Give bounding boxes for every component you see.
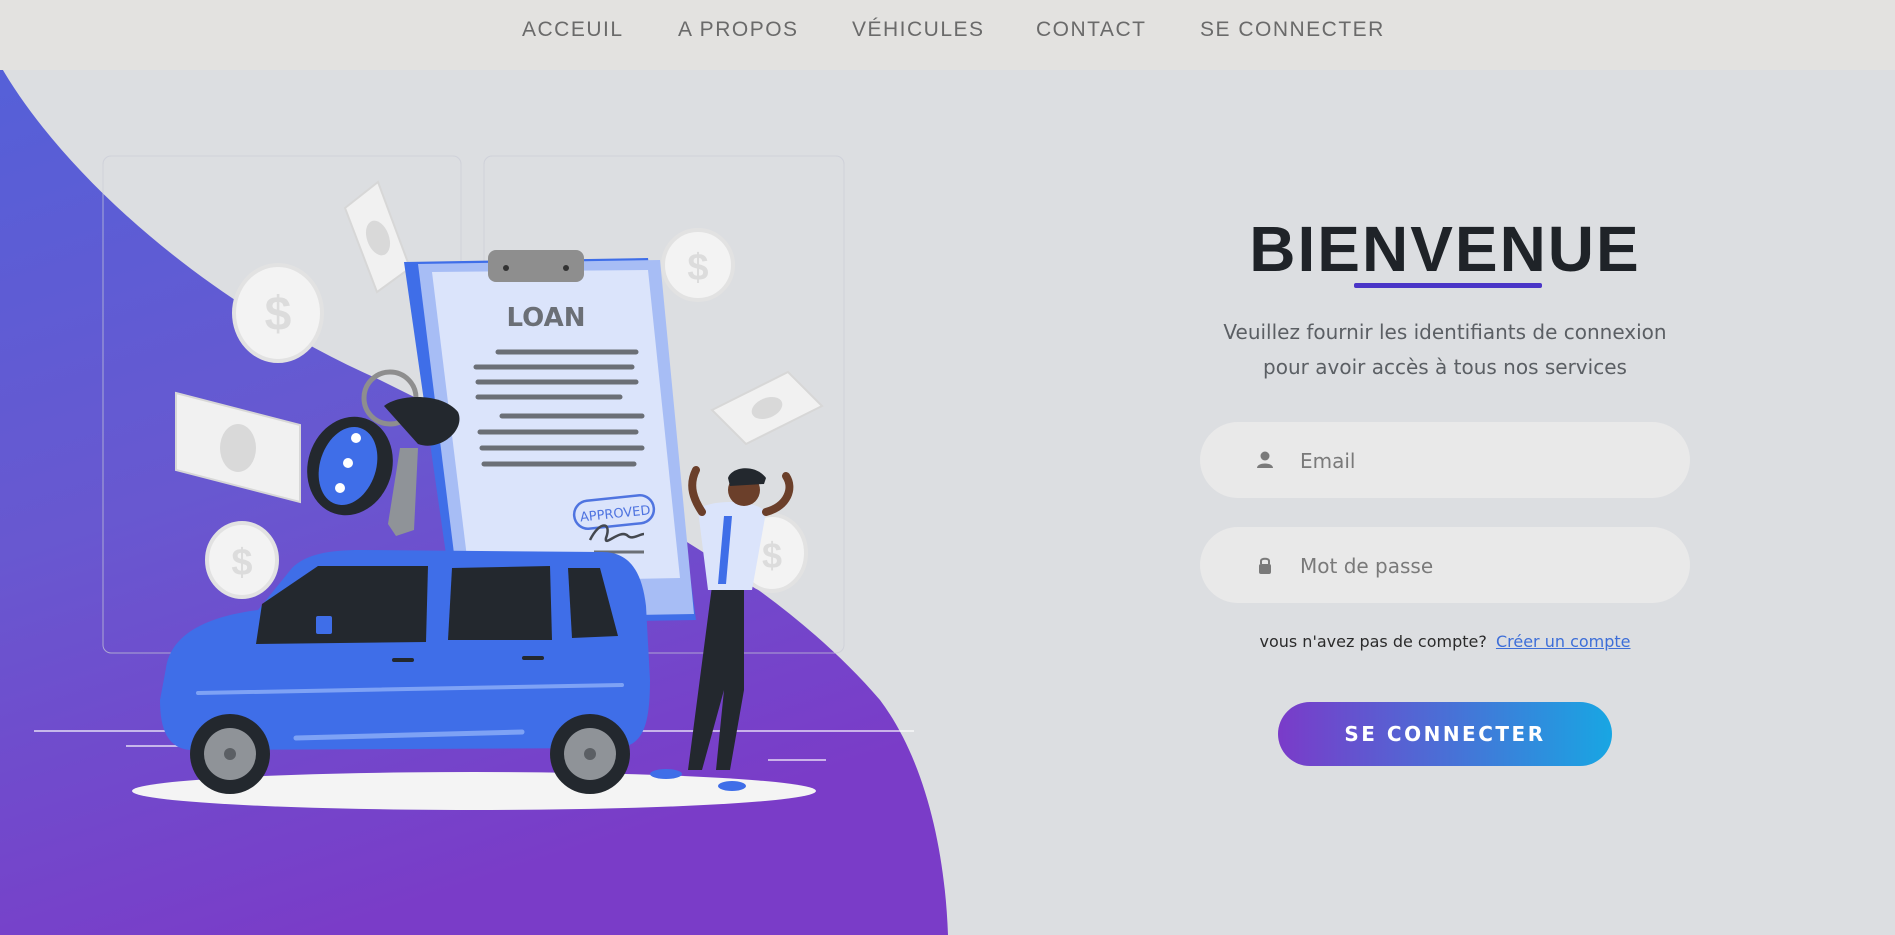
lock-icon [1259,557,1271,574]
svg-text:$: $ [762,535,782,576]
subtitle-line-2: pour avoir accès à tous nos services [1263,355,1627,379]
login-panel: BIENVENUE Veuillez fournir les identifia… [1180,200,1710,800]
dollar-coin-icon: $ [661,228,735,302]
create-account-link[interactable]: Créer un compte [1496,632,1631,651]
money-bill-icon [343,180,412,294]
svg-text:$: $ [231,542,252,584]
login-submit-button[interactable]: SE CONNECTER [1278,702,1612,766]
user-icon [1257,451,1273,468]
svg-text:$: $ [687,247,708,289]
email-input[interactable] [1298,422,1662,500]
loan-document-title: LOAN [507,303,586,333]
nav-item-contact[interactable]: CONTACT [1036,18,1146,42]
password-field-container [1200,527,1690,605]
nav-menu: ACCEUIL A PROPOS VÉHICULES CONTACT SE CO… [0,0,1895,60]
car-loan-illustration: $ $ $ $ LOAN APPROVED [0,65,948,935]
dollar-coin-icon: $ [232,263,324,363]
hero-illustration: $ $ $ $ LOAN APPROVED [0,0,960,935]
top-navbar: ACCEUIL A PROPOS VÉHICULES CONTACT SE CO… [0,0,1895,70]
page-title: BIENVENUE [1249,213,1641,285]
password-input[interactable] [1298,527,1662,605]
subtitle-line-1: Veuillez fournir les identifiants de con… [1223,320,1667,344]
nav-item-accueil[interactable]: ACCEUIL [522,18,624,42]
nav-item-vehicules[interactable]: VÉHICULES [852,18,985,42]
nav-item-a-propos[interactable]: A PROPOS [678,18,799,42]
login-subtitle: Veuillez fournir les identifiants de con… [1180,315,1710,385]
signup-prompt: vous n'avez pas de compte? Créer un comp… [1180,632,1710,651]
email-field-container [1200,422,1690,500]
dollar-coin-icon: $ [205,521,279,599]
title-underline [1354,283,1542,288]
svg-text:$: $ [265,288,292,341]
money-bill-icon [710,370,824,446]
no-account-text: vous n'avez pas de compte? [1259,632,1487,651]
nav-item-se-connecter[interactable]: SE CONNECTER [1200,18,1385,42]
